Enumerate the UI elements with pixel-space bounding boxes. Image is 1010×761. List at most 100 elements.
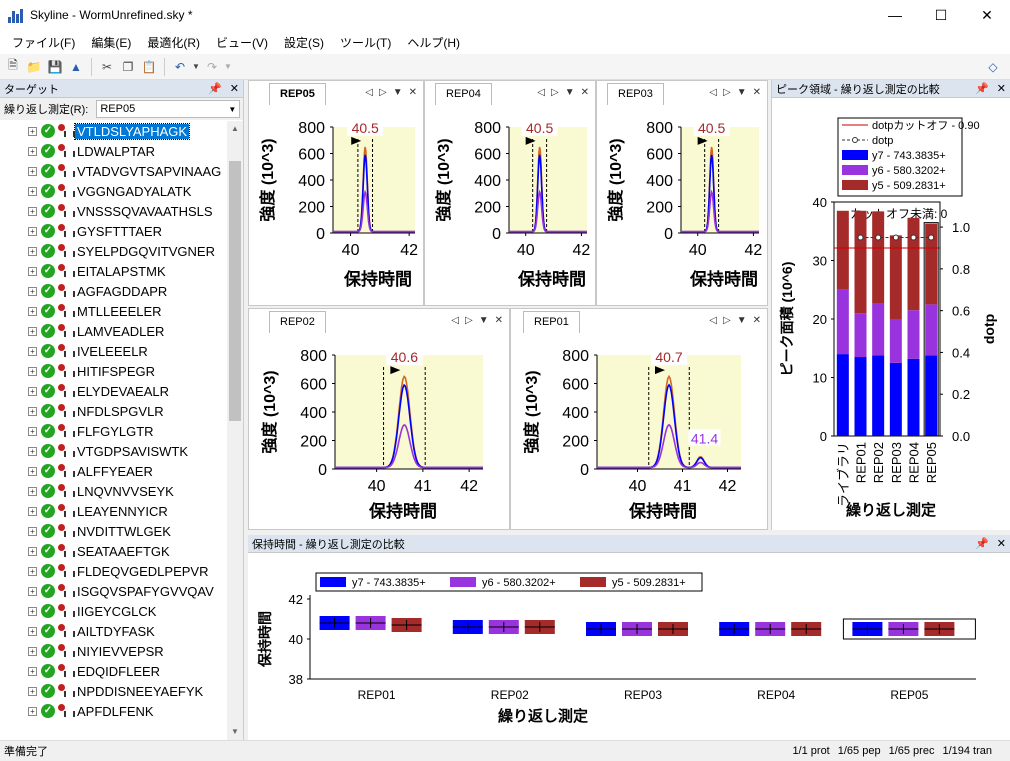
menu-help[interactable]: ヘルプ(H) <box>399 34 468 51</box>
tree-peptide-item[interactable]: + ✓ MTLLEEELER <box>0 301 244 321</box>
tree-peptide-item[interactable]: + ✓ VTGDPSAVISWTK <box>0 441 244 461</box>
pin-icon[interactable]: 📌 <box>975 537 989 550</box>
bar-segment[interactable] <box>889 362 902 436</box>
expand-icon[interactable]: + <box>28 466 37 476</box>
chromatogram-chart[interactable]: 800 600 400 200 0 40 42 保持時間 強度 (10^3) 40.5 <box>249 105 423 305</box>
tree-peptide-item[interactable]: + ✓ EDQIDFLEER <box>0 661 244 681</box>
maximize-button[interactable]: ☐ <box>918 0 964 30</box>
chevron-down-icon[interactable]: ▼ <box>393 87 403 98</box>
tree-peptide-item[interactable]: + ✓ ISGQVSPAFYGVVQAV <box>0 581 244 601</box>
next-icon[interactable]: ▷ <box>723 87 731 98</box>
chromatogram-chart[interactable]: 800 600 400 200 0 40 42 保持時間 強度 (10^3) 40.5 <box>597 105 767 305</box>
expand-icon[interactable]: + <box>28 126 37 136</box>
expand-icon[interactable]: + <box>28 486 37 496</box>
tree-peptide-item[interactable]: + ✓ LNQVNVVSEYK <box>0 481 244 501</box>
tree-peptide-item[interactable]: + ✓ VNSSSQVAVAATHSLS <box>0 201 244 221</box>
pin-icon[interactable]: 📌 <box>975 82 989 95</box>
tree-scrollbar[interactable]: ▲ ▼ <box>227 121 243 740</box>
next-icon[interactable]: ▷ <box>551 87 559 98</box>
expand-icon[interactable]: + <box>28 566 37 576</box>
undo-icon[interactable]: ↶ <box>171 58 189 76</box>
expand-icon[interactable]: + <box>28 706 37 716</box>
menu-tools[interactable]: ツール(T) <box>332 34 399 51</box>
redo-dropdown-icon[interactable]: ▼ <box>224 58 232 76</box>
bar-segment[interactable] <box>872 303 885 356</box>
expand-icon[interactable]: + <box>28 226 37 236</box>
peak-area-chart[interactable]: dotpカットオフ - 0.90 dotp y7 - 743.3835+ y6 - 5… <box>772 98 1010 528</box>
tree-peptide-item[interactable]: + ✓ VTADVGVTSAPVINAAG <box>0 161 244 181</box>
tree-peptide-item[interactable]: + ✓ APFDLFENK <box>0 701 244 721</box>
bar-segment[interactable] <box>854 313 867 358</box>
expand-icon[interactable]: + <box>28 686 37 696</box>
tree-peptide-item[interactable]: + ✓ VTLDSLYAPHAGK <box>0 121 244 141</box>
bar-segment[interactable] <box>836 210 849 290</box>
close-icon[interactable]: ✕ <box>409 87 417 98</box>
tree-peptide-item[interactable]: + ✓ FLFGYLGTR <box>0 421 244 441</box>
close-panel-icon[interactable]: ✕ <box>230 82 239 95</box>
tree-peptide-item[interactable]: + ✓ ALFFYEAER <box>0 461 244 481</box>
expand-icon[interactable]: + <box>28 646 37 656</box>
prev-icon[interactable]: ◁ <box>365 87 373 98</box>
paste-icon[interactable]: 📋 <box>140 58 158 76</box>
next-icon[interactable]: ▷ <box>465 315 473 326</box>
expand-icon[interactable]: + <box>28 346 37 356</box>
minimize-button[interactable]: — <box>872 0 918 30</box>
bar-segment[interactable] <box>925 355 938 436</box>
bar-segment[interactable] <box>889 319 902 363</box>
cut-icon[interactable]: ✂ <box>98 58 116 76</box>
expand-icon[interactable]: + <box>28 326 37 336</box>
next-icon[interactable]: ▷ <box>723 315 731 326</box>
tab-rep03[interactable]: REP03 <box>607 83 664 105</box>
redo-icon[interactable]: ↷ <box>203 58 221 76</box>
tree-peptide-item[interactable]: + ✓ FLDEQVGEDLPEPVR <box>0 561 244 581</box>
pin-icon[interactable]: 📌 <box>208 82 222 95</box>
copy-icon[interactable]: ❐ <box>119 58 137 76</box>
chevron-down-icon[interactable]: ▼ <box>479 315 489 326</box>
replicate-select[interactable]: REP05 ▼ <box>96 100 241 118</box>
prev-icon[interactable]: ◁ <box>537 87 545 98</box>
tab-rep02[interactable]: REP02 <box>269 311 326 333</box>
bar-segment[interactable] <box>872 211 885 304</box>
menu-view[interactable]: ビュー(V) <box>208 34 276 51</box>
expand-icon[interactable]: + <box>28 426 37 436</box>
tab-rep05[interactable]: REP05 <box>269 83 326 105</box>
tree-peptide-item[interactable]: + ✓ ELYDEVAEALR <box>0 381 244 401</box>
bar-segment[interactable] <box>907 217 920 311</box>
bar-segment[interactable] <box>836 289 849 355</box>
tree-peptide-item[interactable]: + ✓ NFDLSPGVLR <box>0 401 244 421</box>
menu-refine[interactable]: 最適化(R) <box>139 34 208 51</box>
expand-icon[interactable]: + <box>28 186 37 196</box>
scroll-up-icon[interactable]: ▲ <box>227 121 243 137</box>
tree-peptide-item[interactable]: + ✓ AGFAGDDAPR <box>0 281 244 301</box>
chevron-down-icon[interactable]: ▼ <box>565 87 575 98</box>
undo-dropdown-icon[interactable]: ▼ <box>192 58 200 76</box>
chromatogram-chart[interactable]: 800 600 400 200 0 40 42 保持時間 強度 (10^3) 40.5 <box>425 105 595 305</box>
tree-peptide-item[interactable]: + ✓ LDWALPTAR <box>0 141 244 161</box>
tree-peptide-item[interactable]: + ✓ VGGNGADYALATK <box>0 181 244 201</box>
tree-peptide-item[interactable]: + ✓ EITALAPSTMK <box>0 261 244 281</box>
bar-segment[interactable] <box>872 355 885 436</box>
menu-file[interactable]: ファイル(F) <box>4 34 83 51</box>
expand-icon[interactable]: + <box>28 626 37 636</box>
chromatogram-chart[interactable]: 800 600 400 200 0 40 41 42 保持時間 強度 (10^3) 40.7 41.4 <box>511 333 767 529</box>
tree-peptide-item[interactable]: + ✓ AILTDYFASK <box>0 621 244 641</box>
next-icon[interactable]: ▷ <box>379 87 387 98</box>
expand-icon[interactable]: + <box>28 206 37 216</box>
menu-settings[interactable]: 設定(S) <box>276 34 332 51</box>
open-folder-icon[interactable]: 📁 <box>25 58 43 76</box>
tree-peptide-item[interactable]: + ✓ SYELPDGQVITVGNER <box>0 241 244 261</box>
expand-icon[interactable]: + <box>28 546 37 556</box>
bar-segment[interactable] <box>925 304 938 356</box>
tree-peptide-item[interactable]: + ✓ LEAYENNYICR <box>0 501 244 521</box>
expand-icon[interactable]: + <box>28 506 37 516</box>
menu-edit[interactable]: 編集(E) <box>83 34 139 51</box>
expand-icon[interactable]: + <box>28 386 37 396</box>
tree-peptide-item[interactable]: + ✓ IIGEYCGLCK <box>0 601 244 621</box>
tree-peptide-item[interactable]: + ✓ LAMVEADLER <box>0 321 244 341</box>
tab-rep01[interactable]: REP01 <box>523 311 580 333</box>
tree-peptide-item[interactable]: + ✓ GYSFTTTAER <box>0 221 244 241</box>
bar-segment[interactable] <box>836 354 849 436</box>
expand-icon[interactable]: + <box>28 266 37 276</box>
prev-icon[interactable]: ◁ <box>709 87 717 98</box>
tree-peptide-item[interactable]: + ✓ HITIFSPEGR <box>0 361 244 381</box>
